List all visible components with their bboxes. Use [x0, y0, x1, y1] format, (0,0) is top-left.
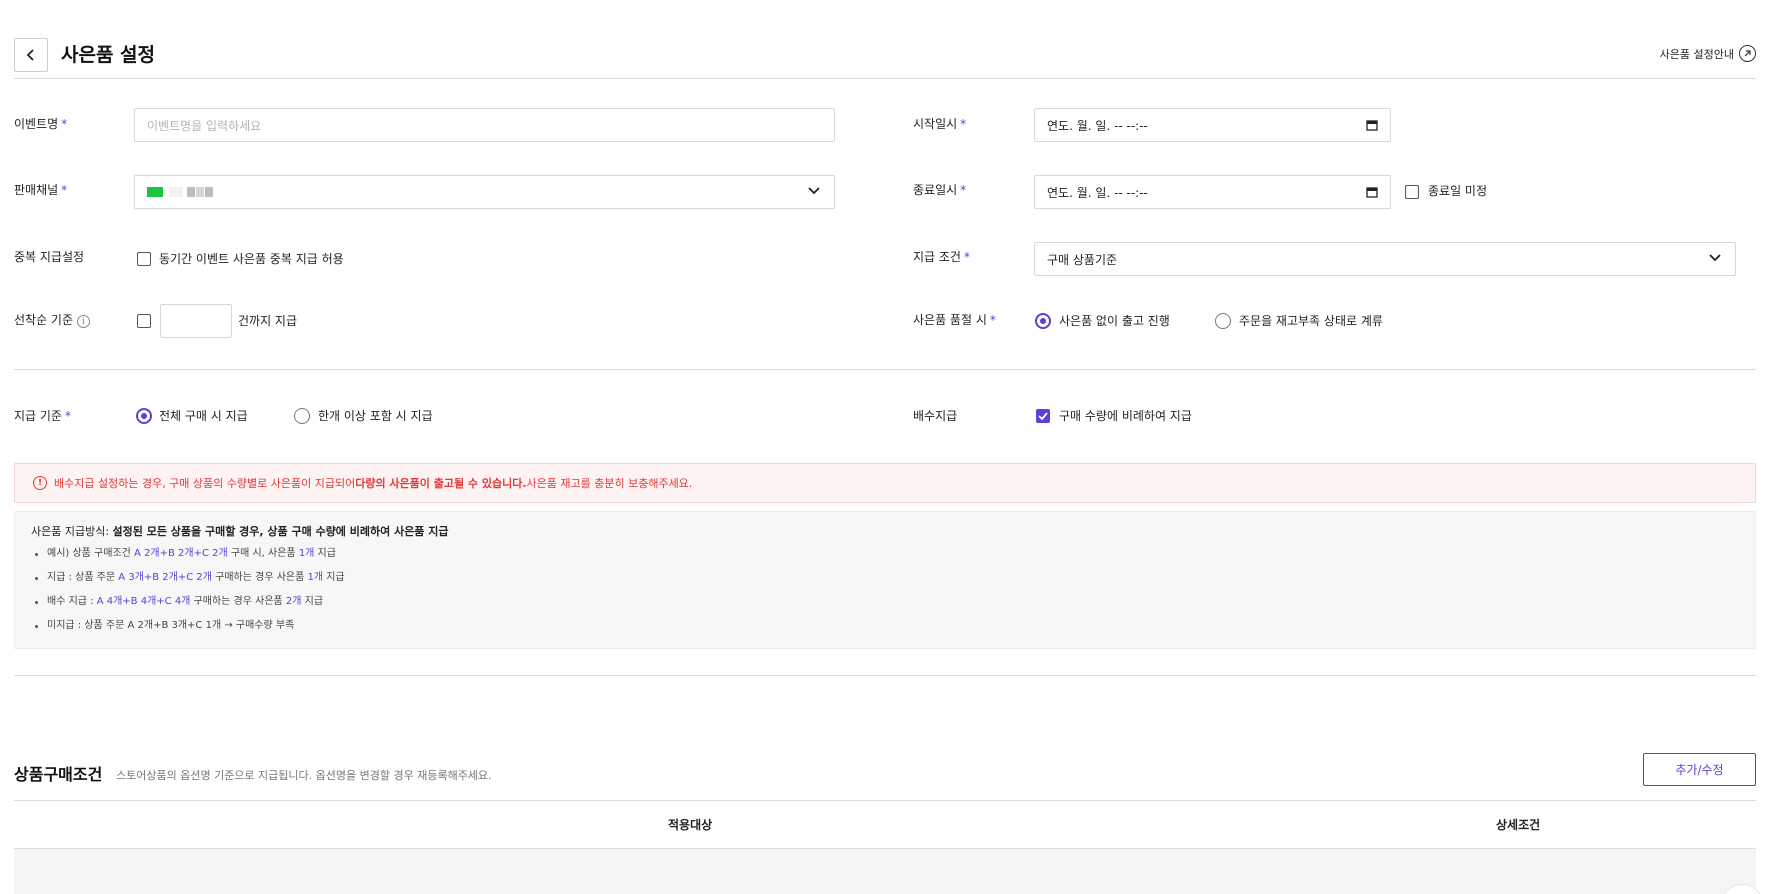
event-name-placeholder: 이벤트명을 입력하세요 [147, 118, 262, 133]
first-come-suffix: 건까지 지급 [238, 314, 298, 328]
pay-basis-option-all: 전체 구매 시 지급 [159, 409, 248, 423]
sales-channel-select[interactable] [134, 175, 835, 209]
multiple-label: 배수지급 [913, 409, 958, 423]
start-date-input[interactable]: 연도. 월. 일. -- --:-- [1034, 108, 1391, 142]
info-box: 사은품 지급방식: 설정된 모든 상품을 구매할 경우, 상품 구매 수량에 비… [14, 511, 1756, 649]
event-name-input[interactable]: 이벤트명을 입력하세요 [134, 108, 835, 142]
list-item: 예시) 상품 구매조건 A 2개+B 2개+C 2개 구매 시, 사은품 1개 … [35, 546, 1739, 562]
info-icon[interactable]: i [77, 315, 90, 328]
soldout-option-ship: 사은품 없이 출고 진행 [1059, 314, 1170, 328]
pay-basis-label: 지급 기준 * [14, 409, 71, 423]
chevron-left-icon [26, 49, 34, 61]
calendar-icon [1366, 187, 1378, 198]
first-come-count-input[interactable] [160, 304, 232, 338]
back-button[interactable] [14, 38, 48, 72]
soldout-radio-ship[interactable] [1035, 313, 1051, 329]
table-header: 적용대상 상세조건 [14, 800, 1756, 849]
end-date-undecided-checkbox[interactable] [1405, 185, 1419, 199]
exclamation-circle-icon: ! [33, 476, 47, 490]
end-date-undecided-label: 종료일 미정 [1428, 184, 1488, 198]
info-list: 예시) 상품 구매조건 A 2개+B 2개+C 2개 구매 시, 사은품 1개 … [31, 546, 1739, 634]
start-date-label: 시작일시 * [913, 117, 967, 131]
guide-link-label: 사은품 설정안내 [1659, 47, 1734, 61]
info-title: 사은품 지급방식: 설정된 모든 상품을 구매할 경우, 상품 구매 수량에 비… [31, 525, 449, 538]
pay-basis-radio-all[interactable] [136, 408, 152, 424]
pay-basis-option-any: 한개 이상 포함 시 지급 [318, 409, 433, 423]
first-come-checkbox[interactable] [137, 314, 151, 328]
calendar-icon [1366, 120, 1378, 131]
soldout-label: 사은품 품절 시 * [913, 313, 996, 327]
divider [14, 675, 1756, 676]
multiple-checkbox[interactable] [1036, 409, 1050, 423]
alert-text-bold: 다량의 사은품이 출고될 수 있습니다. [355, 477, 527, 490]
alert-text-before: 배수지급 설정하는 경우, 구매 상품의 수량별로 사은품이 지급되어 [54, 477, 356, 490]
multiple-option-label: 구매 수량에 비례하여 지급 [1059, 409, 1192, 423]
duplicate-checkbox[interactable] [137, 252, 151, 266]
checkmark-icon [1038, 412, 1048, 420]
soldout-radio-hold[interactable] [1215, 313, 1231, 329]
end-date-label: 종료일시 * [913, 183, 967, 197]
section-title: 상품구매조건 [14, 765, 103, 784]
event-name-label: 이벤트명 * [14, 117, 68, 131]
column-header-target: 적용대상 [668, 818, 713, 832]
list-item: 지급 : 상품 주문 A 3개+B 2개+C 2개 구매하는 경우 사은품 1개… [35, 570, 1739, 586]
pay-basis-radio-any[interactable] [294, 408, 310, 424]
list-item: 미지급 : 상품 주문 A 2개+B 3개+C 1개 → 구매수량 부족 [35, 618, 1739, 634]
pay-condition-select[interactable]: 구매 상품기준 [1034, 242, 1736, 276]
duplicate-option-label: 동기간 이벤트 사은품 중복 지급 허용 [159, 252, 344, 266]
end-date-value: 연도. 월. 일. -- --:-- [1047, 185, 1148, 200]
warning-alert: ! 배수지급 설정하는 경우, 구매 상품의 수량별로 사은품이 지급되어 다량… [14, 463, 1756, 503]
external-link-icon [1739, 45, 1756, 62]
channel-logo-icon [147, 187, 163, 197]
alert-text-after: 사은품 재고를 충분히 보충해주세요. [526, 477, 693, 490]
duplicate-label: 중복 지급설정 [14, 250, 85, 264]
page-header: 사은품 설정 사은품 설정안내 [14, 38, 1756, 79]
start-date-value: 연도. 월. 일. -- --:-- [1047, 118, 1148, 133]
table-body [14, 849, 1756, 894]
section-description: 스토어상품의 옵션명 기준으로 지급됩니다. 옵션명을 변경할 경우 재등록해주… [116, 769, 492, 782]
chevron-down-icon [808, 187, 820, 195]
divider [14, 369, 1756, 370]
end-date-input[interactable]: 연도. 월. 일. -- --:-- [1034, 175, 1391, 209]
add-edit-button[interactable]: 추가/수정 [1643, 753, 1756, 786]
page-title: 사은품 설정 [61, 44, 156, 66]
soldout-option-hold: 주문을 재고부족 상태로 계류 [1239, 314, 1383, 328]
pay-condition-label: 지급 조건 * [913, 250, 970, 264]
sales-channel-label: 판매채널 * [14, 183, 68, 197]
column-header-detail: 상세조건 [1496, 818, 1541, 832]
guide-link[interactable]: 사은품 설정안내 [1660, 45, 1756, 62]
pay-condition-value: 구매 상품기준 [1047, 252, 1118, 267]
list-item: 배수 지급 : A 4개+B 4개+C 4개 구매하는 경우 사은품 2개 지급 [35, 594, 1739, 610]
first-come-label: 선착순 기준 [14, 313, 74, 327]
chevron-down-icon [1709, 254, 1721, 262]
